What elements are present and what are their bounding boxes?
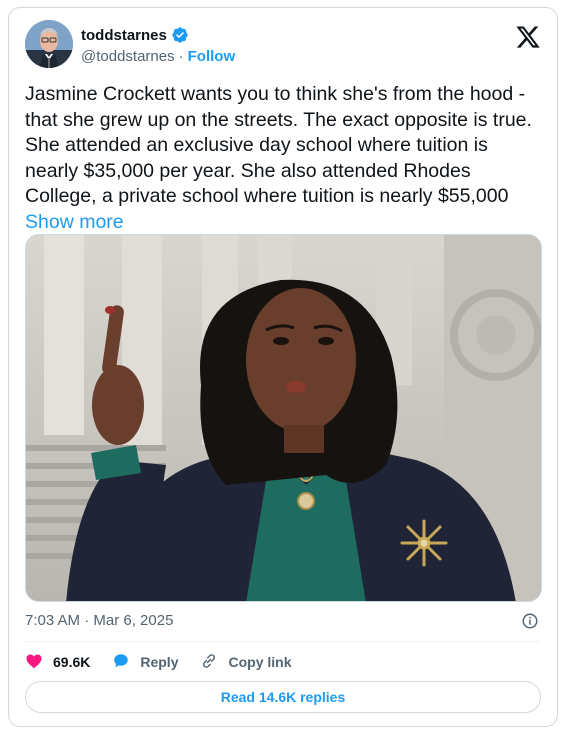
speech-bubble-icon bbox=[112, 652, 130, 673]
avatar[interactable] bbox=[25, 20, 73, 68]
handle[interactable]: @toddstarnes bbox=[81, 48, 175, 65]
verified-badge-icon bbox=[171, 26, 189, 44]
show-more-link[interactable]: Show more bbox=[25, 211, 124, 233]
link-icon bbox=[200, 652, 218, 673]
display-name[interactable]: toddstarnes bbox=[81, 27, 167, 44]
tweet-timestamp[interactable]: 7:03 AM · Mar 6, 2025 bbox=[25, 612, 173, 629]
separator: · bbox=[178, 48, 184, 65]
like-count: 69.6K bbox=[53, 654, 91, 670]
read-replies-button[interactable]: Read 14.6K replies bbox=[25, 681, 541, 713]
name-row: toddstarnes bbox=[81, 26, 189, 44]
like-button[interactable]: 69.6K bbox=[25, 652, 90, 673]
tweet-photo[interactable] bbox=[25, 234, 542, 602]
tweet-header: toddstarnes @toddstarnes · Follow bbox=[25, 20, 541, 72]
tweet-text: Jasmine Crockett wants you to think she'… bbox=[25, 82, 545, 235]
reply-button[interactable]: Reply bbox=[112, 652, 178, 673]
info-icon[interactable] bbox=[521, 612, 539, 630]
divider bbox=[25, 641, 541, 642]
copy-link-label: Copy link bbox=[228, 654, 292, 670]
x-logo-icon[interactable] bbox=[515, 24, 541, 50]
handle-row: @toddstarnes · Follow bbox=[81, 48, 235, 65]
tweet-body: Jasmine Crockett wants you to think she'… bbox=[25, 83, 532, 207]
tweet-card: toddstarnes @toddstarnes · Follow Jasmin… bbox=[8, 7, 558, 727]
copy-link-button[interactable]: Copy link bbox=[200, 652, 292, 673]
heart-icon bbox=[25, 652, 43, 673]
tweet-actions: 69.6K Reply Copy link bbox=[25, 651, 292, 673]
reply-label: Reply bbox=[140, 654, 179, 670]
follow-button[interactable]: Follow bbox=[188, 48, 236, 65]
